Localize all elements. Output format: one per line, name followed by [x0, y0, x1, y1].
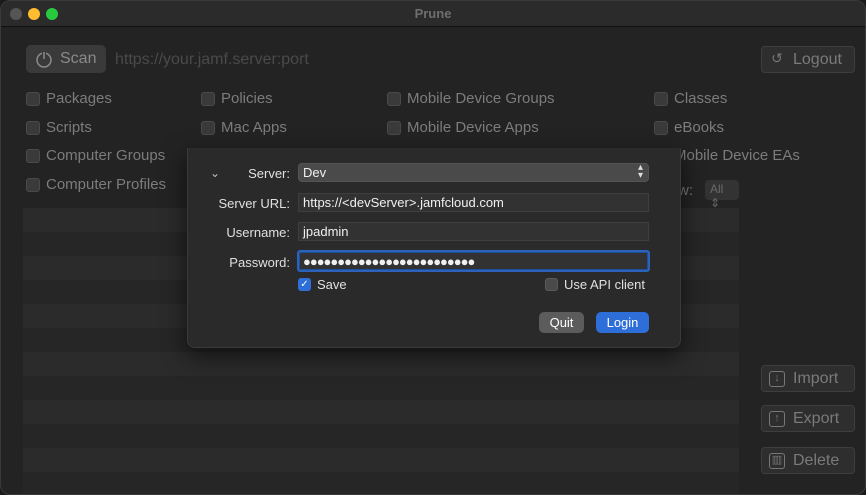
quit-button[interactable]: Quit — [539, 312, 584, 333]
checkbox-ebooks[interactable]: eBooks — [654, 119, 724, 136]
export-label: Export — [793, 409, 840, 427]
checkbox-label: Mac Apps — [221, 119, 287, 136]
checkbox-classes[interactable]: Classes — [654, 90, 727, 107]
list-row — [23, 424, 739, 448]
password-label: Password: — [229, 255, 290, 270]
checkbox-label: Policies — [221, 90, 273, 107]
username-label: Username: — [226, 225, 290, 240]
checkbox-packages[interactable]: Packages — [26, 90, 112, 107]
server-select-value: Dev — [303, 165, 327, 180]
checkmark-icon: ✓ — [298, 278, 311, 291]
window-title: Prune — [414, 6, 452, 21]
checkbox-label: Packages — [46, 90, 112, 107]
delete-button[interactable]: ▥ Delete — [761, 447, 855, 474]
checkbox-computer-profiles[interactable]: Computer Profiles — [26, 176, 166, 193]
show-filter-select[interactable]: All ⇕ — [705, 180, 739, 210]
delete-label: Delete — [793, 451, 840, 469]
checkbox-box — [545, 278, 558, 291]
save-checkbox-label: Save — [317, 277, 347, 292]
checkbox-box — [26, 148, 40, 163]
checkbox-box — [201, 91, 215, 106]
username-field[interactable]: jpadmin — [298, 222, 649, 241]
chevron-down-icon[interactable]: ⌄ — [210, 166, 220, 180]
checkbox-label: Mobile Device Apps — [407, 119, 539, 136]
checkbox-mobile-device-apps[interactable]: Mobile Device Apps — [387, 119, 539, 136]
server-label: Server: — [248, 166, 290, 181]
use-api-client-checkbox[interactable]: Use API client — [545, 277, 645, 292]
scan-button[interactable]: Scan — [26, 45, 106, 73]
checkbox-box — [654, 91, 668, 106]
checkbox-scripts[interactable]: Scripts — [26, 119, 92, 136]
checkbox-label: Mobile Device EAs — [674, 147, 800, 164]
show-filter-value: All — [710, 182, 724, 196]
server-url-placeholder: https://your.jamf.server:port — [115, 51, 309, 68]
logout-label: Logout — [793, 50, 842, 68]
list-row — [23, 448, 739, 472]
checkbox-label: Mobile Device Groups — [407, 90, 555, 107]
logout-button[interactable]: ↺ Logout — [761, 46, 855, 73]
export-button[interactable]: ↑ Export — [761, 405, 855, 432]
trash-icon: ▥ — [769, 452, 785, 469]
logout-icon: ↺ — [771, 49, 783, 66]
checkbox-label: Computer Profiles — [46, 176, 167, 193]
checkbox-label: Scripts — [46, 119, 92, 136]
list-row — [23, 376, 739, 400]
checkbox-box — [654, 120, 668, 135]
checkbox-box — [387, 120, 401, 135]
server-url-label: Server URL: — [218, 196, 290, 211]
title-bar: Prune — [1, 1, 865, 27]
server-select[interactable]: Dev ▴ ▾ — [298, 163, 649, 182]
checkbox-box — [26, 120, 40, 135]
import-label: Import — [793, 369, 839, 387]
checkbox-policies[interactable]: Policies — [201, 90, 273, 107]
import-icon: ↓ — [769, 370, 785, 387]
checkbox-mobile-device-groups[interactable]: Mobile Device Groups — [387, 90, 555, 107]
login-button[interactable]: Login — [596, 312, 649, 333]
password-field[interactable]: ●●●●●●●●●●●●●●●●●●●●●●●●● — [297, 250, 650, 272]
updown-arrows-icon: ▴ ▾ — [637, 163, 643, 181]
power-icon — [36, 51, 52, 68]
export-icon: ↑ — [769, 410, 785, 427]
checkbox-mac-apps[interactable]: Mac Apps — [201, 119, 287, 136]
checkbox-label: eBooks — [674, 119, 725, 136]
scan-button-label: Scan — [60, 50, 97, 67]
app-window: Prune Scan https://your.jamf.server:port… — [0, 0, 866, 495]
checkbox-computer-groups[interactable]: Computer Groups — [26, 147, 165, 164]
login-sheet: ⌄ Server: Dev ▴ ▾ Server URL: https://<de… — [187, 148, 681, 348]
server-url-field[interactable]: https://<devServer>.jamfcloud.com — [298, 193, 649, 212]
checkbox-box — [26, 91, 40, 106]
list-row — [23, 352, 739, 376]
use-api-client-label: Use API client — [564, 277, 645, 292]
checkbox-box — [26, 177, 40, 192]
list-row — [23, 472, 739, 494]
checkbox-box — [201, 120, 215, 135]
checkbox-label: Classes — [674, 90, 728, 107]
list-row — [23, 400, 739, 424]
checkbox-box — [387, 91, 401, 106]
save-checkbox[interactable]: ✓ Save — [298, 277, 347, 292]
import-button[interactable]: ↓ Import — [761, 365, 855, 392]
checkbox-label: Computer Groups — [46, 147, 166, 164]
